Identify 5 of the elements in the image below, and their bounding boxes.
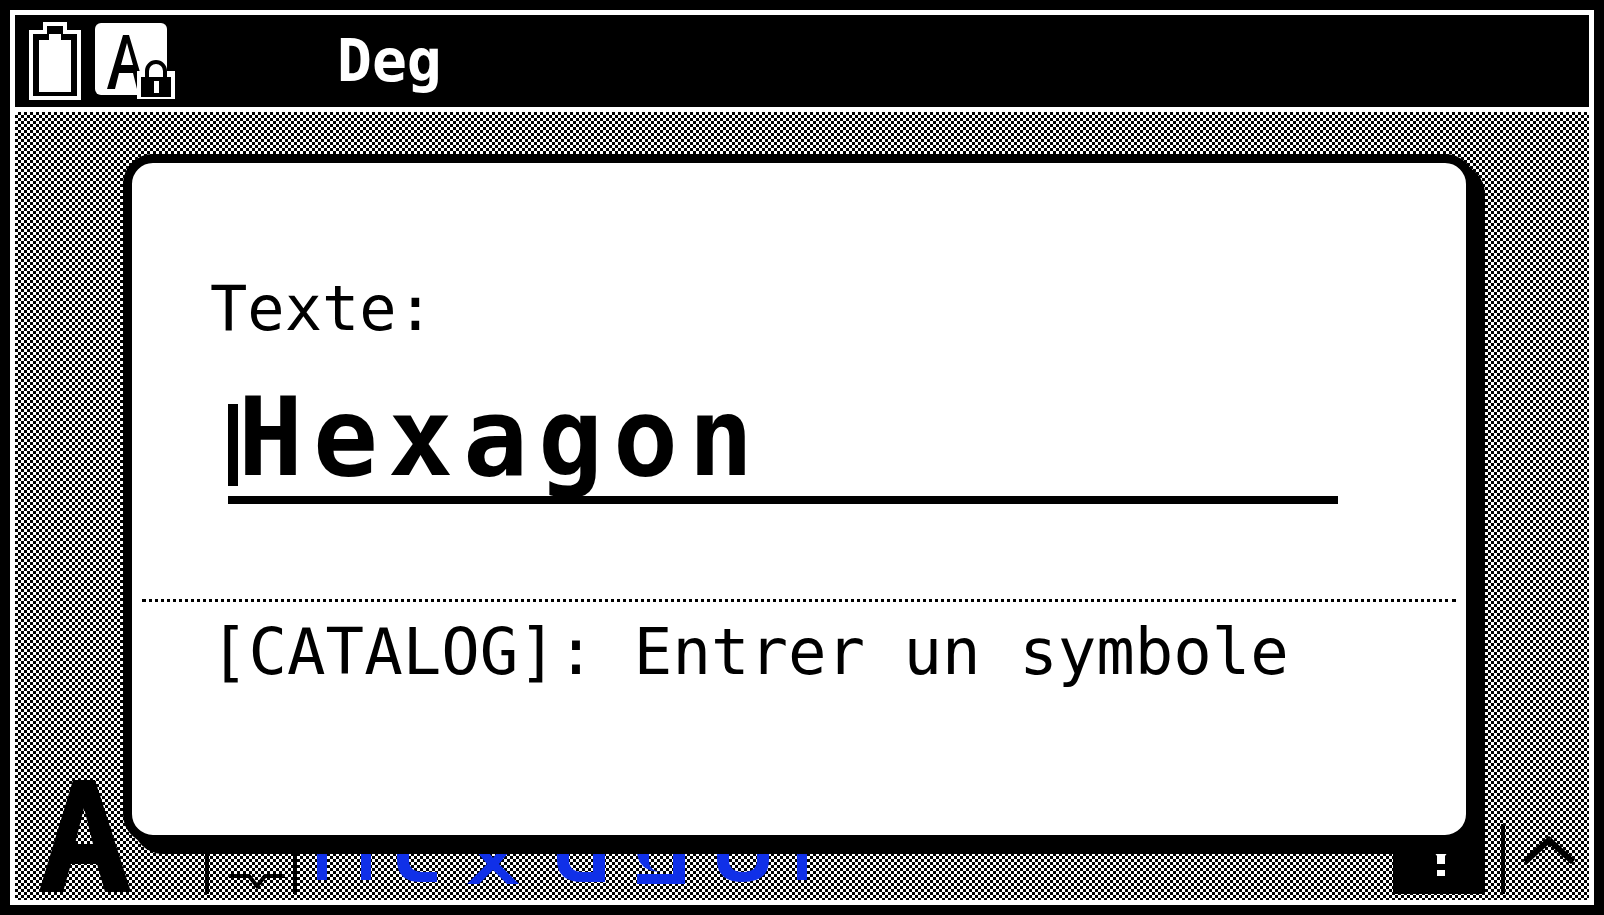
input-value: Hexagon xyxy=(238,384,764,496)
field-label: Texte: xyxy=(210,278,435,340)
battery-icon xyxy=(27,22,83,100)
caret-up-icon[interactable] xyxy=(1523,836,1575,864)
letter-lock-icon xyxy=(95,23,175,99)
